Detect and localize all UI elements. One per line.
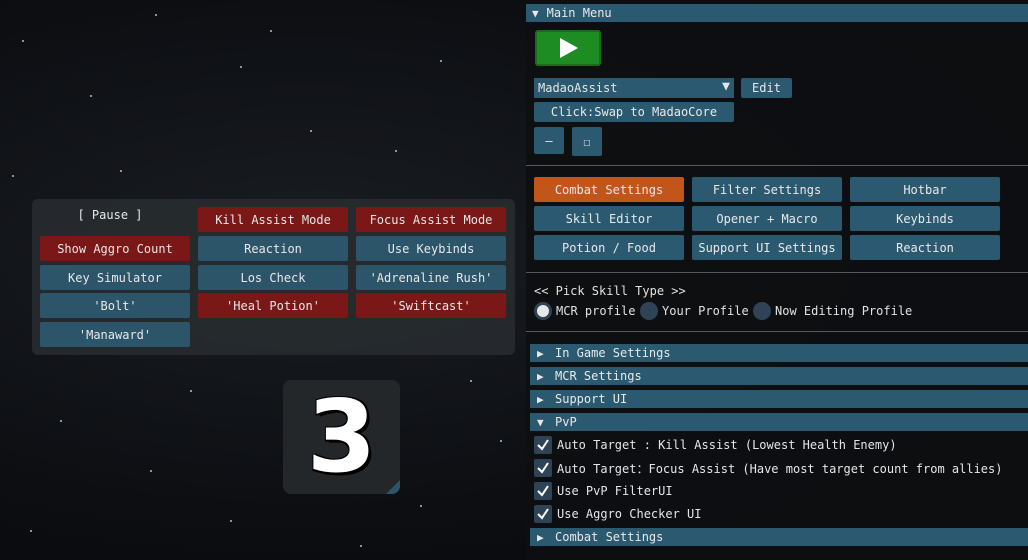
- section-combat-settings-label: Combat Settings: [555, 530, 664, 544]
- radio-your-profile-label: Your Profile: [662, 304, 749, 318]
- tab-hotbar[interactable]: Hotbar: [850, 177, 1000, 202]
- expand-triangle-icon: ▶: [537, 369, 544, 383]
- expand-triangle-icon: ▶: [537, 530, 544, 544]
- maximize-button[interactable]: ☐: [572, 127, 602, 156]
- section-pvp[interactable]: ▼ PvP: [530, 413, 1028, 431]
- pvp-check-filter-ui[interactable]: Use PvP FilterUI: [534, 481, 673, 501]
- expand-triangle-icon: ▶: [537, 392, 544, 406]
- resize-grip-icon[interactable]: [386, 480, 400, 494]
- section-support-ui[interactable]: ▶ Support UI: [530, 390, 1028, 408]
- radio-mcr-profile-label: MCR profile: [556, 304, 636, 318]
- section-mcr-settings-label: MCR Settings: [555, 369, 642, 383]
- checkbox[interactable]: [534, 459, 552, 477]
- expand-triangle-icon: ▶: [537, 346, 544, 360]
- hotbar-panel: [ Pause ] Kill Assist Mode Focus Assist …: [32, 199, 515, 355]
- show-aggro-count-button[interactable]: Show Aggro Count: [40, 236, 190, 261]
- pvp-check-focus-assist-label: Auto Target：Focus Assist (Have most targ…: [557, 461, 1003, 476]
- dropdown-arrow-icon: ▼: [722, 79, 730, 94]
- los-check-button[interactable]: Los Check: [198, 265, 348, 290]
- aggro-count-tile: 3: [283, 380, 400, 494]
- checkbox[interactable]: [534, 482, 552, 500]
- minimize-button[interactable]: —: [534, 127, 564, 154]
- section-in-game-settings[interactable]: ▶ In Game Settings: [530, 344, 1028, 362]
- pvp-check-kill-assist-label: Auto Target : Kill Assist (Lowest Health…: [557, 438, 897, 452]
- tab-keybinds[interactable]: Keybinds: [850, 206, 1000, 231]
- pvp-check-filter-ui-label: Use PvP FilterUI: [557, 484, 673, 498]
- section-mcr-settings[interactable]: ▶ MCR Settings: [530, 367, 1028, 385]
- reaction-button[interactable]: Reaction: [198, 236, 348, 261]
- pause-button[interactable]: [ Pause ]: [35, 202, 185, 227]
- play-button[interactable]: [535, 30, 601, 66]
- section-in-game-settings-label: In Game Settings: [555, 346, 671, 360]
- swiftcast-button[interactable]: 'Swiftcast': [356, 293, 506, 318]
- profile-select[interactable]: MadaoAssist ▼: [534, 78, 734, 98]
- aggro-count-value: 3: [306, 380, 377, 494]
- pvp-check-kill-assist[interactable]: Auto Target : Kill Assist (Lowest Health…: [534, 435, 897, 455]
- key-simulator-button[interactable]: Key Simulator: [40, 265, 190, 290]
- radio-mcr-profile[interactable]: [534, 302, 552, 320]
- play-icon: [560, 38, 578, 58]
- pvp-check-aggro-checker[interactable]: Use Aggro Checker UI: [534, 504, 702, 524]
- tab-skill-editor[interactable]: Skill Editor: [534, 206, 684, 231]
- collapse-triangle-icon[interactable]: ▼: [532, 7, 539, 20]
- tab-opener-macro[interactable]: Opener + Macro: [692, 206, 842, 231]
- section-support-ui-label: Support UI: [555, 392, 628, 406]
- radio-now-editing-profile-label: Now Editing Profile: [775, 304, 913, 318]
- section-combat-settings[interactable]: ▶ Combat Settings: [530, 528, 1028, 546]
- pick-skill-type-label: << Pick Skill Type >>: [534, 284, 686, 298]
- checkmark-icon: [537, 439, 549, 451]
- swap-profile-button[interactable]: Click:Swap to MadaoCore: [534, 102, 734, 122]
- tab-potion-food[interactable]: Potion / Food: [534, 235, 684, 260]
- radio-now-editing-profile[interactable]: [753, 302, 771, 320]
- checkmark-icon: [537, 485, 549, 497]
- tab-reaction[interactable]: Reaction: [850, 235, 1000, 260]
- main-menu-title-bar[interactable]: ▼ Main Menu: [526, 4, 1028, 22]
- profile-select-value: MadaoAssist: [538, 81, 618, 95]
- checkbox[interactable]: [534, 436, 552, 454]
- tab-support-ui-settings[interactable]: Support UI Settings: [692, 235, 842, 260]
- use-keybinds-button[interactable]: Use Keybinds: [356, 236, 506, 261]
- checkbox[interactable]: [534, 505, 552, 523]
- main-menu-window: ▼ Main Menu MadaoAssist ▼ Edit Click:Swa…: [526, 0, 1028, 560]
- divider: [526, 165, 1028, 166]
- collapse-triangle-icon: ▼: [537, 415, 544, 429]
- divider: [526, 272, 1028, 273]
- tab-filter-settings[interactable]: Filter Settings: [692, 177, 842, 202]
- manaward-button[interactable]: 'Manaward': [40, 322, 190, 347]
- tab-combat-settings[interactable]: Combat Settings: [534, 177, 684, 202]
- pvp-check-aggro-checker-label: Use Aggro Checker UI: [557, 507, 702, 521]
- bolt-button[interactable]: 'Bolt': [40, 293, 190, 318]
- focus-assist-mode-button[interactable]: Focus Assist Mode: [356, 207, 506, 232]
- heal-potion-button[interactable]: 'Heal Potion': [198, 293, 348, 318]
- divider: [526, 331, 1028, 332]
- adrenaline-rush-button[interactable]: 'Adrenaline Rush': [356, 265, 506, 290]
- pvp-check-focus-assist[interactable]: Auto Target：Focus Assist (Have most targ…: [534, 458, 1002, 478]
- radio-your-profile[interactable]: [640, 302, 658, 320]
- main-menu-title: Main Menu: [546, 6, 612, 20]
- checkmark-icon: [537, 508, 549, 520]
- kill-assist-mode-button[interactable]: Kill Assist Mode: [198, 207, 348, 232]
- section-pvp-label: PvP: [555, 415, 577, 429]
- checkmark-icon: [537, 462, 549, 474]
- edit-button[interactable]: Edit: [741, 78, 792, 98]
